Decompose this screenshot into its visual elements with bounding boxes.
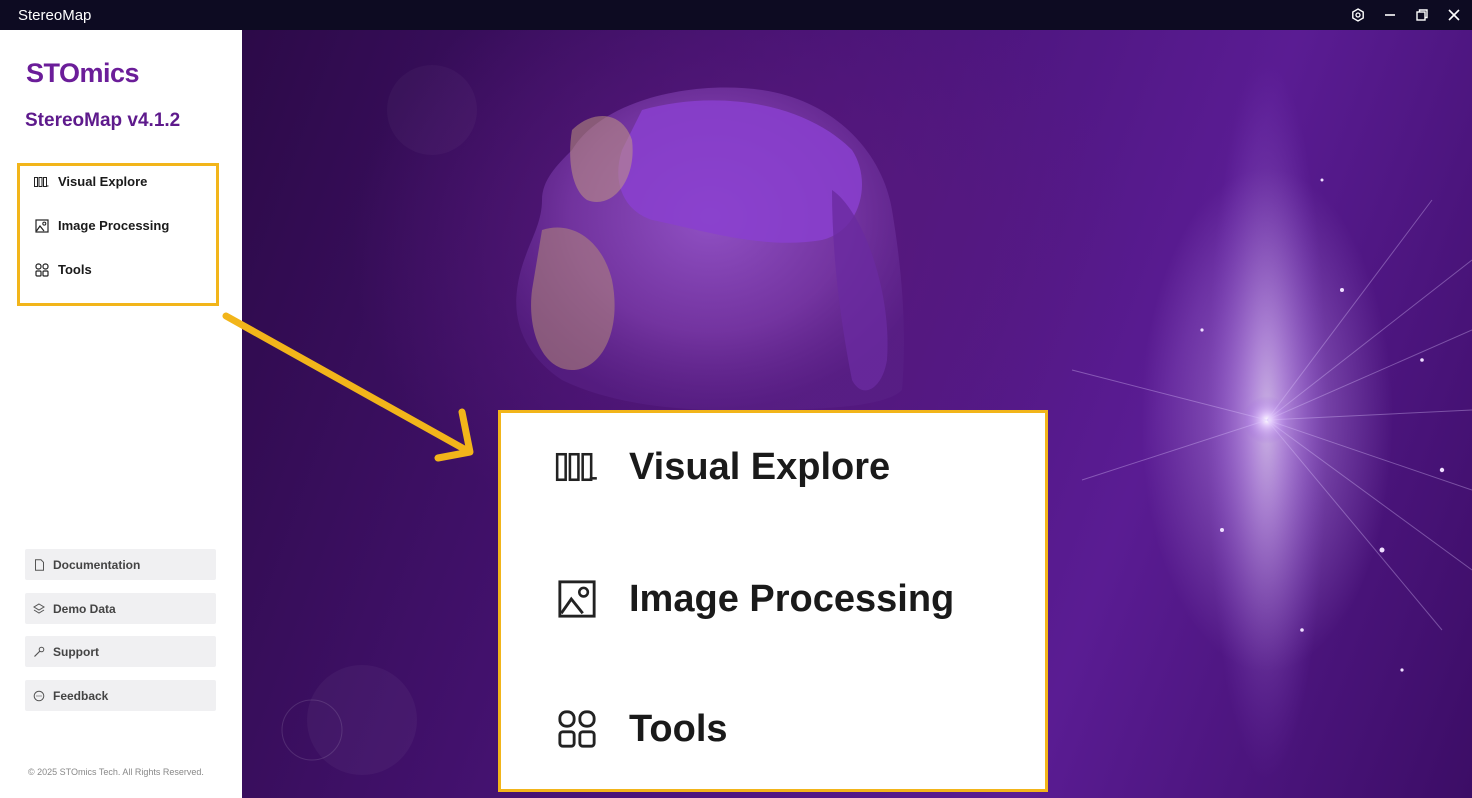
settings-icon[interactable] <box>1350 7 1366 23</box>
title-bar: StereoMap <box>0 0 1472 30</box>
nav-item-visual-explore[interactable]: Visual Explore <box>34 174 147 189</box>
visual-explore-icon <box>34 174 49 189</box>
nav-label: Visual Explore <box>58 174 148 189</box>
callout-item-visual-explore: Visual Explore <box>555 445 890 489</box>
restore-icon[interactable] <box>1414 7 1430 23</box>
nav-item-tools[interactable]: Tools <box>34 262 92 277</box>
button-label: Support <box>53 644 99 659</box>
window-title: StereoMap <box>18 6 92 24</box>
close-icon[interactable] <box>1446 7 1462 23</box>
document-icon <box>33 558 45 571</box>
demo-data-button[interactable]: Demo Data <box>25 593 216 624</box>
app-version: StereoMap v4.1.2 <box>25 110 181 131</box>
layers-icon <box>33 602 45 615</box>
zoom-callout: Visual Explore Image Processing Tools <box>498 410 1048 792</box>
support-button[interactable]: Support <box>25 636 216 667</box>
nav-menu: Visual Explore Image Processing Tools <box>17 163 219 306</box>
button-label: Demo Data <box>53 601 116 616</box>
button-label: Feedback <box>53 688 109 703</box>
image-icon <box>555 577 599 621</box>
grid-icon <box>34 262 49 277</box>
image-icon <box>34 218 49 233</box>
documentation-button[interactable]: Documentation <box>25 549 216 580</box>
chat-icon <box>33 690 45 702</box>
window-controls <box>1350 0 1462 30</box>
nav-item-image-processing[interactable]: Image Processing <box>34 218 169 233</box>
copyright-text: © 2025 STOmics Tech. All Rights Reserved… <box>28 767 204 777</box>
nav-label: Image Processing <box>58 218 170 233</box>
callout-label: Image Processing <box>629 577 955 620</box>
callout-label: Visual Explore <box>629 445 891 488</box>
grid-icon <box>555 707 599 751</box>
minimize-icon[interactable] <box>1382 7 1398 23</box>
feedback-button[interactable]: Feedback <box>25 680 216 711</box>
nav-label: Tools <box>58 262 92 277</box>
brand-logo: STOmics <box>26 58 140 88</box>
visual-explore-icon <box>555 445 599 489</box>
callout-label: Tools <box>629 707 728 750</box>
wrench-icon <box>33 646 45 658</box>
callout-item-tools: Tools <box>555 707 728 751</box>
callout-item-image-processing: Image Processing <box>555 577 954 621</box>
sidebar: STOmics StereoMap v4.1.2 Visual Explore … <box>0 30 242 798</box>
button-label: Documentation <box>53 557 141 572</box>
